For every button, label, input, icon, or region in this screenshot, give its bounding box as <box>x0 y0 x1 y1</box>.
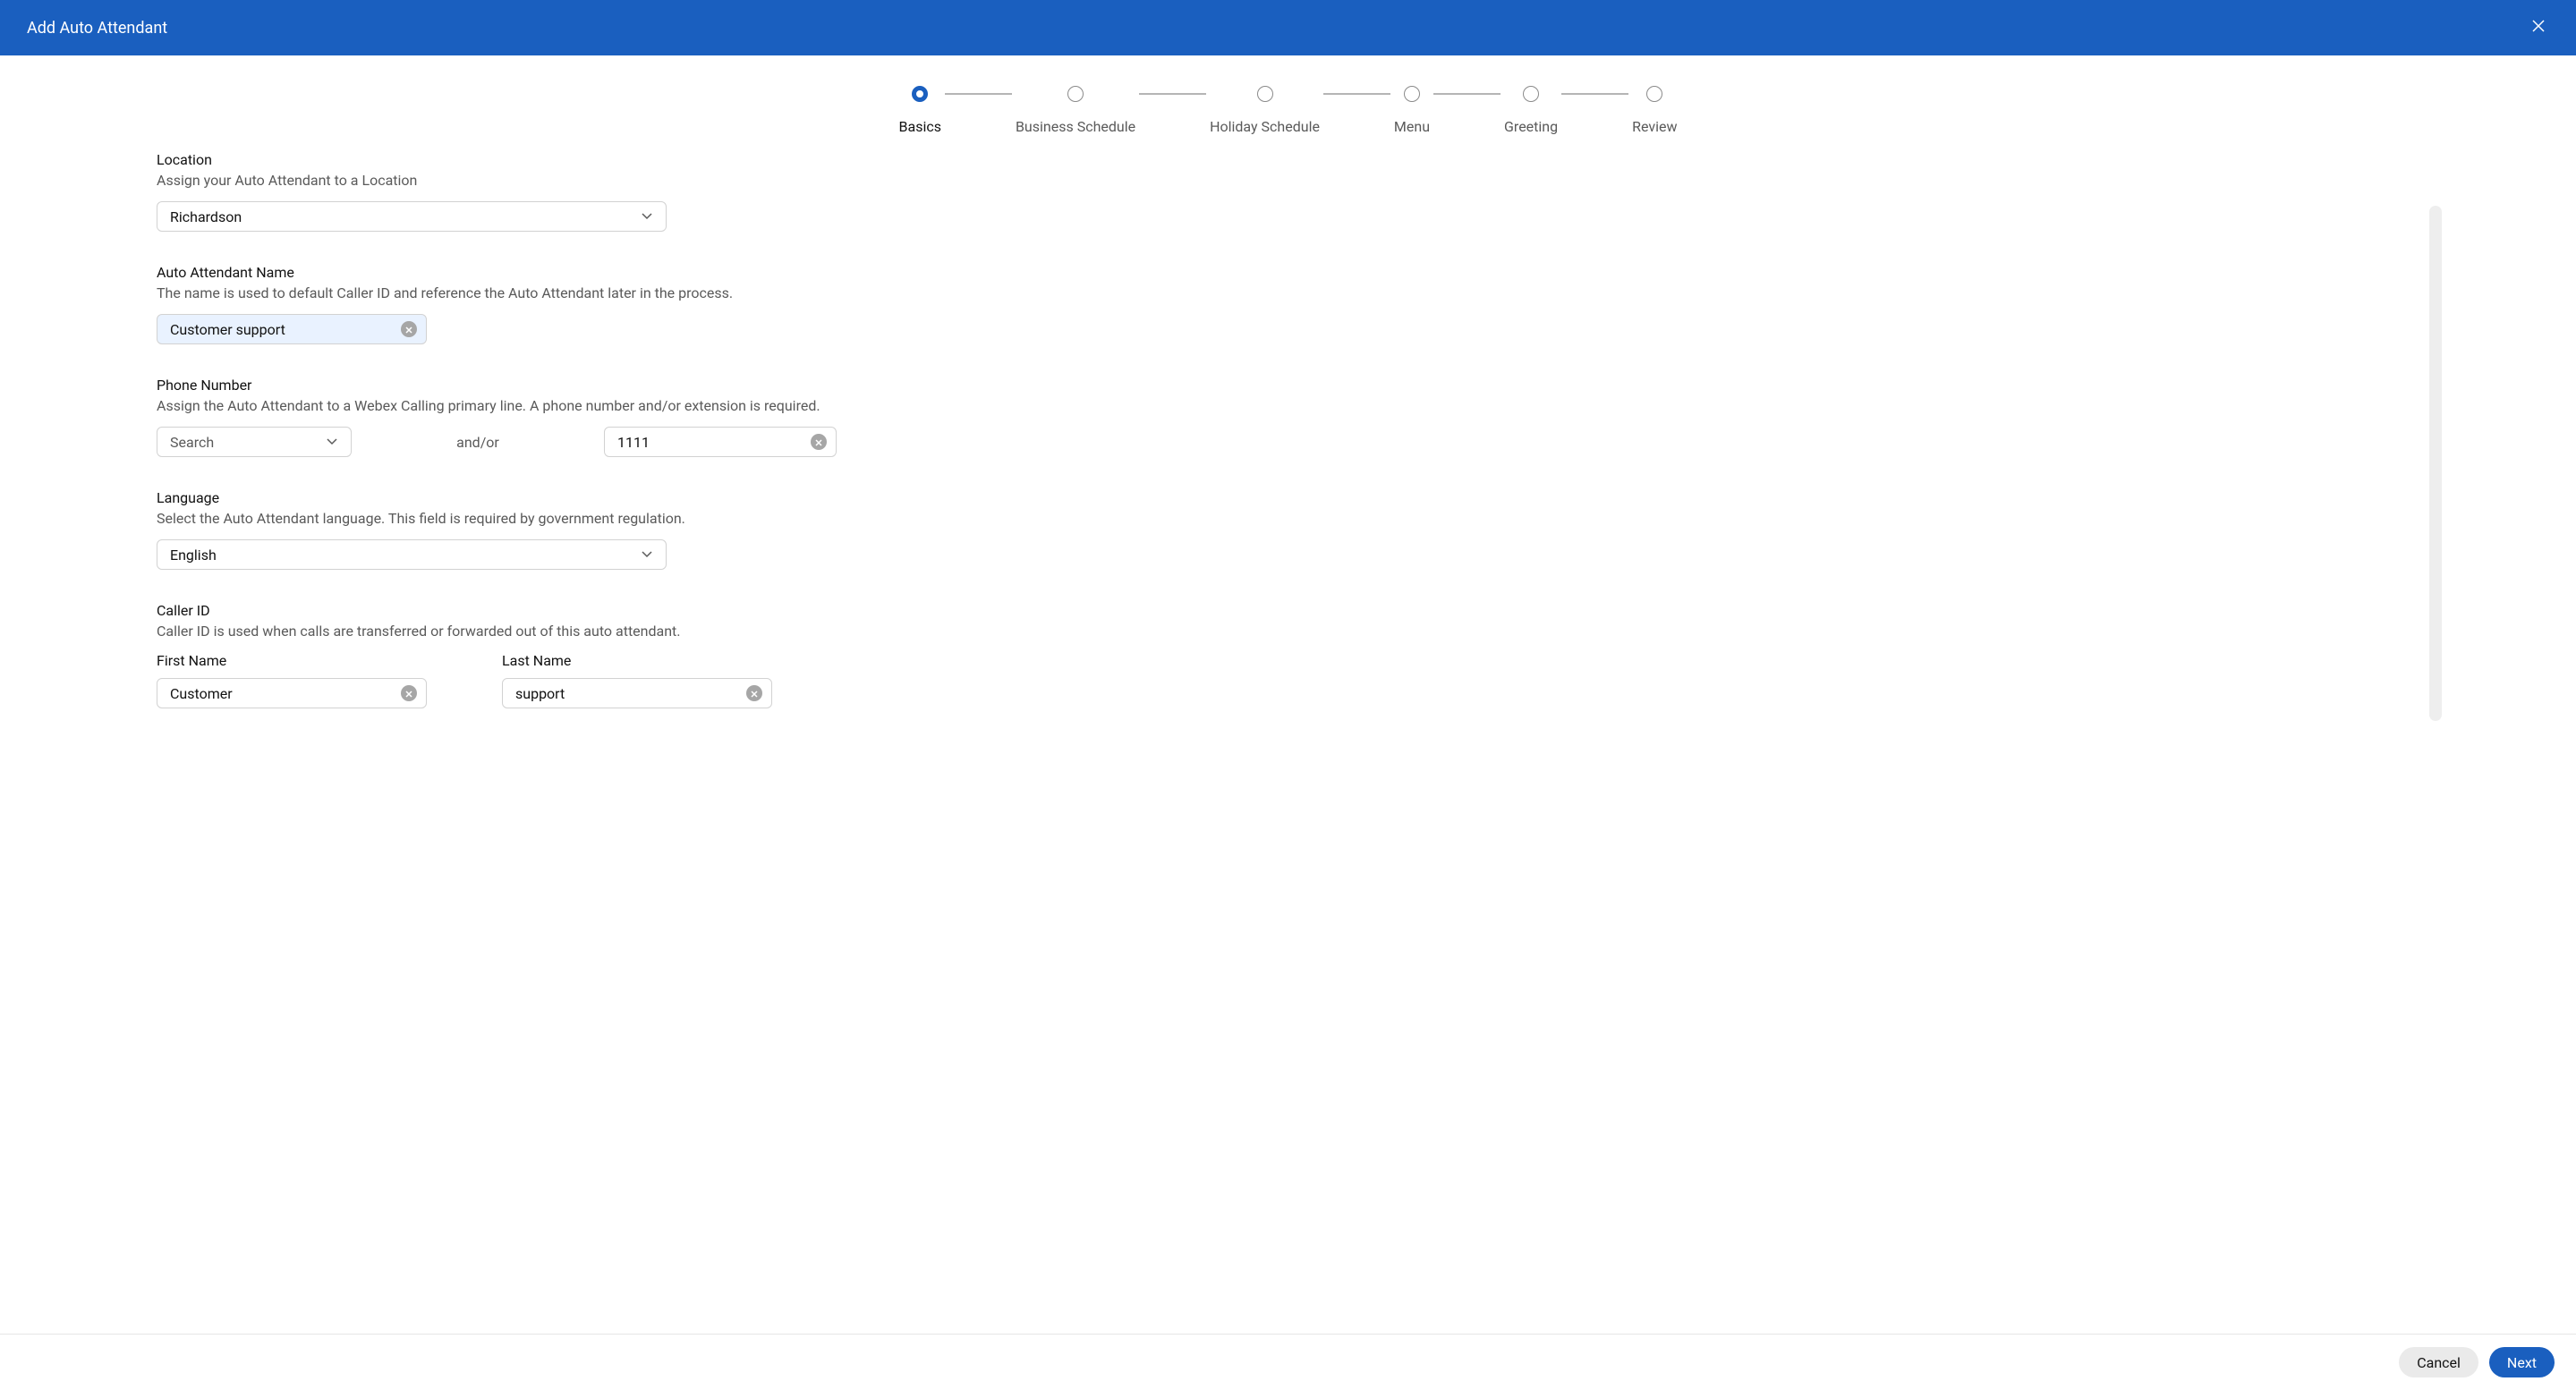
step-business-schedule[interactable]: Business Schedule <box>1016 86 1135 135</box>
chevron-down-icon <box>326 437 338 446</box>
step-dot-icon <box>1257 86 1273 102</box>
modal-header: Add Auto Attendant <box>0 0 2576 55</box>
step-label: Menu <box>1394 118 1430 135</box>
last-name-input[interactable] <box>515 685 746 702</box>
step-dot-icon <box>1523 86 1539 102</box>
first-name-input[interactable] <box>170 685 401 702</box>
chevron-down-icon <box>641 550 653 559</box>
extension-input[interactable] <box>617 434 811 451</box>
step-label: Greeting <box>1504 118 1558 135</box>
phone-block: Phone Number Assign the Auto Attendant t… <box>157 377 1212 457</box>
first-name-label: First Name <box>157 652 427 669</box>
location-help: Assign your Auto Attendant to a Location <box>157 172 1212 189</box>
step-dot-icon <box>1067 86 1084 102</box>
step-label: Review <box>1632 118 1677 135</box>
step-basics[interactable]: Basics <box>899 86 941 135</box>
chevron-down-icon <box>641 212 653 221</box>
and-or-label: and/or <box>352 434 604 451</box>
callerid-help: Caller ID is used when calls are transfe… <box>157 623 1212 640</box>
step-menu[interactable]: Menu <box>1394 86 1430 135</box>
language-block: Language Select the Auto Attendant langu… <box>157 489 1212 570</box>
close-icon <box>405 685 412 701</box>
location-select-value: Richardson <box>170 208 641 225</box>
extension-input-wrap <box>604 427 837 457</box>
name-help: The name is used to default Caller ID an… <box>157 284 1212 301</box>
content-area: Basics Business Schedule Holiday Schedul… <box>0 55 2576 1334</box>
step-greeting[interactable]: Greeting <box>1504 86 1558 135</box>
step-connector <box>1433 93 1501 95</box>
name-block: Auto Attendant Name The name is used to … <box>157 264 1212 344</box>
scrollbar[interactable] <box>2429 206 2442 721</box>
step-dot-icon <box>1404 86 1420 102</box>
name-label: Auto Attendant Name <box>157 264 1212 281</box>
clear-button[interactable] <box>811 434 827 450</box>
language-select-value: English <box>170 547 641 564</box>
step-label: Holiday Schedule <box>1210 118 1320 135</box>
location-label: Location <box>157 151 1212 168</box>
language-select[interactable]: English <box>157 539 667 570</box>
close-icon <box>2532 20 2545 36</box>
next-button[interactable]: Next <box>2489 1347 2555 1377</box>
step-connector <box>1139 93 1206 95</box>
clear-button[interactable] <box>401 321 417 337</box>
callerid-block: Caller ID Caller ID is used when calls a… <box>157 602 1212 708</box>
step-label: Business Schedule <box>1016 118 1135 135</box>
phone-label: Phone Number <box>157 377 1212 394</box>
name-input[interactable] <box>170 321 401 338</box>
modal-footer: Cancel Next <box>0 1334 2576 1390</box>
phone-number-placeholder: Search <box>170 434 326 451</box>
close-button[interactable] <box>2528 17 2549 38</box>
form-body: Location Assign your Auto Attendant to a… <box>157 140 1212 776</box>
step-holiday-schedule[interactable]: Holiday Schedule <box>1210 86 1320 135</box>
language-label: Language <box>157 489 1212 506</box>
first-name-input-wrap <box>157 678 427 708</box>
stepper: Basics Business Schedule Holiday Schedul… <box>0 55 2576 140</box>
step-connector <box>945 93 1012 95</box>
close-icon <box>751 685 758 701</box>
clear-button[interactable] <box>401 685 417 701</box>
step-dot-icon <box>1646 86 1662 102</box>
step-connector <box>1561 93 1628 95</box>
name-input-wrap <box>157 314 427 344</box>
language-help: Select the Auto Attendant language. This… <box>157 510 1212 527</box>
phone-help: Assign the Auto Attendant to a Webex Cal… <box>157 397 1212 414</box>
step-review[interactable]: Review <box>1632 86 1677 135</box>
step-connector <box>1323 93 1390 95</box>
close-icon <box>815 434 822 450</box>
step-label: Basics <box>899 118 941 135</box>
modal-title: Add Auto Attendant <box>27 19 2528 38</box>
last-name-input-wrap <box>502 678 772 708</box>
location-select[interactable]: Richardson <box>157 201 667 232</box>
cancel-button[interactable]: Cancel <box>2399 1347 2478 1377</box>
step-dot-icon <box>912 86 928 102</box>
last-name-label: Last Name <box>502 652 772 669</box>
phone-number-select[interactable]: Search <box>157 427 352 457</box>
clear-button[interactable] <box>746 685 762 701</box>
callerid-label: Caller ID <box>157 602 1212 619</box>
location-block: Location Assign your Auto Attendant to a… <box>157 151 1212 232</box>
close-icon <box>405 321 412 337</box>
